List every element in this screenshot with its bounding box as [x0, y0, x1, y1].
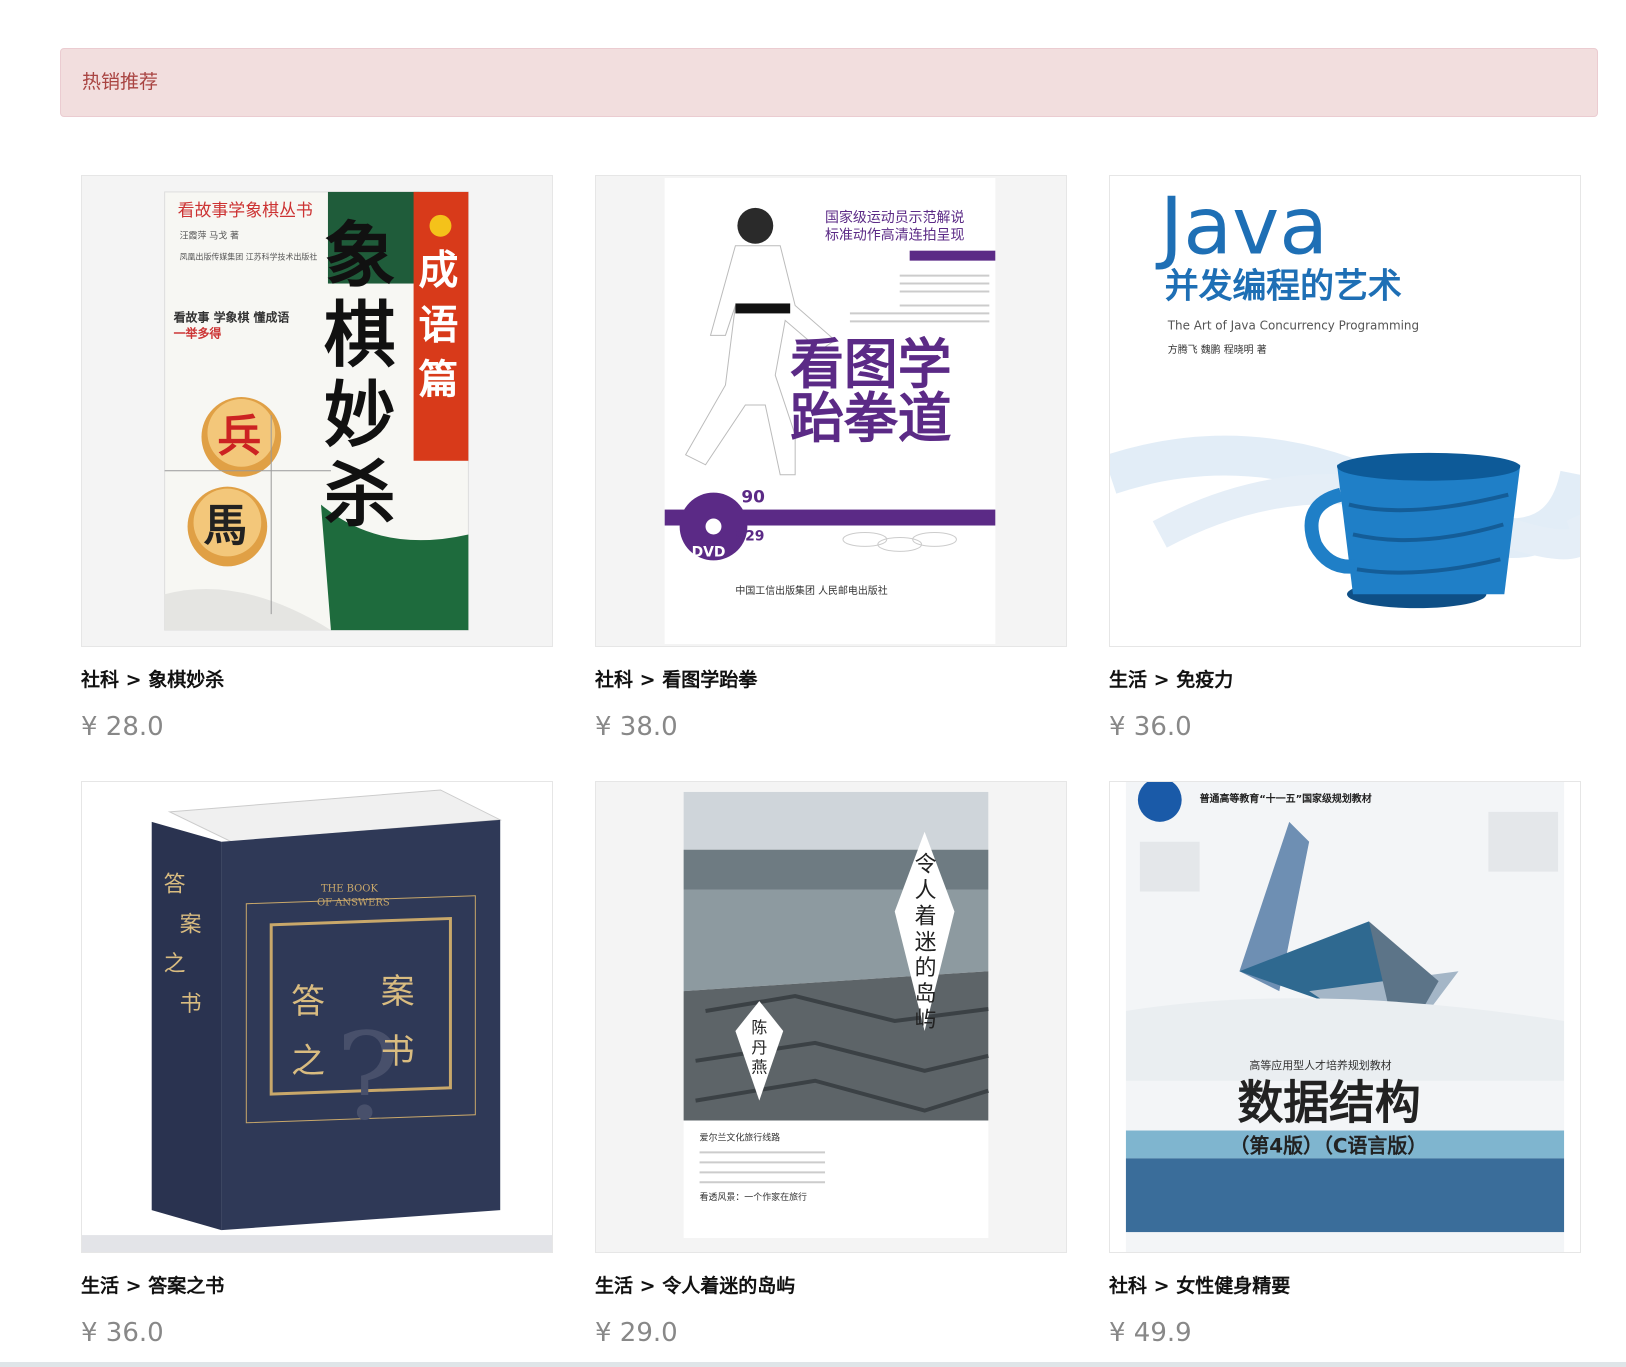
product-card[interactable]: 令 人 着 迷 的 岛 屿 陈 丹 燕 爱尔兰文化旅行线路 看透风景：一个作家在… [595, 781, 1067, 1367]
product-price: ¥ 29.0 [595, 1318, 678, 1348]
cover-text: 之 [291, 1042, 325, 1081]
book-cover-java: Java 并发编程的艺术 The Art of Java Concurrency… [1110, 176, 1580, 646]
svg-text:着: 着 [915, 904, 937, 929]
cover-text: OF ANSWERS [317, 897, 390, 908]
page: 热销推荐 看故事学象棋丛书 汪霞萍 马戈 著 凤凰出版传媒集团 江苏科学技术出版… [0, 0, 1626, 1367]
svg-text:令: 令 [915, 853, 937, 878]
product-title[interactable]: 生活 > 免疫力 [1109, 665, 1233, 692]
product-price: ¥ 36.0 [1109, 712, 1192, 742]
cover-main-title: 象 棋 妙 杀 [324, 214, 396, 537]
cover-text: 数据结构 [1237, 1076, 1420, 1130]
svg-text:屿: 屿 [915, 1008, 937, 1033]
book-cover-taekwondo: 国家级运动员示范解说 标准动作高清连拍呈现 看图学 跆拳道 DVD 90 929… [596, 176, 1066, 646]
cover-text: 普通高等教育“十一五”国家级规划教材 [1200, 792, 1372, 805]
svg-text:燕: 燕 [751, 1058, 767, 1077]
cover-text: 929 [735, 528, 764, 544]
svg-text:陈: 陈 [751, 1018, 767, 1037]
cover-text: 书 [381, 1032, 415, 1071]
cover-text: 90 [741, 487, 765, 507]
svg-text:棋: 棋 [324, 293, 396, 377]
cover-text: 答 [291, 982, 325, 1021]
cover-text: 看故事 学象棋 懂成语 [174, 309, 290, 324]
product-card[interactable]: 普通高等教育“十一五”国家级规划教材 高等应用型人才培养规划教材 数据结构 （第… [1109, 781, 1581, 1367]
cover-text: 兵 [217, 411, 261, 462]
book-cover-chess: 看故事学象棋丛书 汪霞萍 马戈 著 凤凰出版传媒集团 江苏科学技术出版社 看故事… [82, 176, 552, 646]
product-card[interactable]: 国家级运动员示范解说 标准动作高清连拍呈现 看图学 跆拳道 DVD 90 929… [595, 175, 1067, 765]
svg-text:人: 人 [915, 879, 937, 904]
cover-text: 汪霞萍 马戈 著 [180, 230, 239, 242]
product-image-data-structures[interactable]: 普通高等教育“十一五”国家级规划教材 高等应用型人才培养规划教材 数据结构 （第… [1109, 781, 1581, 1253]
cover-text: 馬 [203, 500, 247, 551]
svg-text:迷: 迷 [915, 930, 937, 955]
svg-text:的: 的 [915, 956, 937, 981]
svg-text:答: 答 [164, 873, 186, 898]
product-card[interactable]: Java 并发编程的艺术 The Art of Java Concurrency… [1109, 175, 1581, 765]
svg-text:语: 语 [419, 302, 459, 348]
cover-text: （第4版）（C语言版） [1229, 1133, 1427, 1157]
svg-text:成: 成 [419, 248, 459, 294]
cover-text: 高等应用型人才培养规划教材 [1249, 1058, 1391, 1072]
product-card[interactable]: THE BOOK OF ANSWERS ? 答 案 之 书 答 案 之 书 生活… [81, 781, 553, 1367]
cover-text: 并发编程的艺术 [1165, 265, 1402, 305]
cover-text: 国家级运动员示范解说 [825, 209, 964, 226]
cover-text: 看故事学象棋丛书 [178, 200, 313, 220]
product-title[interactable]: 社科 > 象棋妙杀 [81, 665, 224, 692]
svg-text:书: 书 [180, 992, 202, 1017]
product-title[interactable]: 社科 > 女性健身精要 [1109, 1271, 1290, 1298]
svg-text:象: 象 [324, 214, 396, 298]
book-cover-data-structures: 普通高等教育“十一五”国家级规划教材 高等应用型人才培养规划教材 数据结构 （第… [1110, 782, 1580, 1252]
cover-text: 跆拳道 [790, 387, 952, 450]
product-price: ¥ 36.0 [81, 1318, 164, 1348]
product-image-answers[interactable]: THE BOOK OF ANSWERS ? 答 案 之 书 答 案 之 书 [81, 781, 553, 1253]
book-cover-island: 令 人 着 迷 的 岛 屿 陈 丹 燕 爱尔兰文化旅行线路 看透风景：一个作家在… [596, 782, 1066, 1252]
product-card[interactable]: 看故事学象棋丛书 汪霞萍 马戈 著 凤凰出版传媒集团 江苏科学技术出版社 看故事… [81, 175, 553, 765]
cover-text: 爱尔兰文化旅行线路 [700, 1131, 781, 1143]
product-price: ¥ 49.9 [1109, 1318, 1192, 1348]
cover-text: 凤凰出版传媒集团 江苏科学技术出版社 [180, 252, 318, 262]
cover-text: The Art of Java Concurrency Programming [1167, 318, 1419, 332]
book-cover-answers: THE BOOK OF ANSWERS ? 答 案 之 书 答 案 之 书 [82, 782, 552, 1252]
product-title[interactable]: 社科 > 看图学跆拳 [595, 665, 757, 692]
svg-text:岛: 岛 [915, 982, 937, 1007]
cover-text: THE BOOK [321, 884, 378, 895]
cover-text: 案 [381, 972, 415, 1011]
cover-text: 中国工信出版集团 人民邮电出版社 [735, 584, 887, 597]
svg-text:?: ? [336, 1009, 400, 1148]
svg-text:案: 案 [180, 912, 202, 937]
svg-text:丹: 丹 [751, 1038, 767, 1057]
product-title[interactable]: 生活 > 令人着迷的岛屿 [595, 1271, 795, 1298]
svg-text:妙: 妙 [324, 373, 396, 457]
cover-text: DVD [692, 544, 726, 560]
product-title[interactable]: 生活 > 答案之书 [81, 1271, 224, 1298]
product-image-chess[interactable]: 看故事学象棋丛书 汪霞萍 马戈 著 凤凰出版传媒集团 江苏科学技术出版社 看故事… [81, 175, 553, 647]
product-image-island[interactable]: 令 人 着 迷 的 岛 屿 陈 丹 燕 爱尔兰文化旅行线路 看透风景：一个作家在… [595, 781, 1067, 1253]
product-price: ¥ 38.0 [595, 712, 678, 742]
svg-text:篇: 篇 [419, 357, 459, 403]
bottom-divider [0, 1362, 1626, 1367]
cover-text: Java [1155, 180, 1328, 273]
cover-text: 方腾飞 魏鹏 程晓明 著 [1168, 343, 1267, 356]
svg-text:杀: 杀 [324, 453, 396, 537]
banner-title: 热销推荐 [82, 71, 159, 93]
cover-text: 看透风景：一个作家在旅行 [700, 1191, 807, 1203]
cover-text: 标准动作高清连拍呈现 [825, 227, 964, 244]
hot-recommend-banner: 热销推荐 [60, 48, 1598, 117]
product-image-java[interactable]: Java 并发编程的艺术 The Art of Java Concurrency… [1109, 175, 1581, 647]
product-price: ¥ 28.0 [81, 712, 164, 742]
cover-title-vertical: 令 人 着 迷 的 岛 屿 [915, 853, 937, 1033]
product-image-taekwondo[interactable]: 国家级运动员示范解说 标准动作高清连拍呈现 看图学 跆拳道 DVD 90 929… [595, 175, 1067, 647]
svg-text:之: 之 [164, 952, 186, 977]
cover-text: 一举多得 [174, 325, 222, 340]
